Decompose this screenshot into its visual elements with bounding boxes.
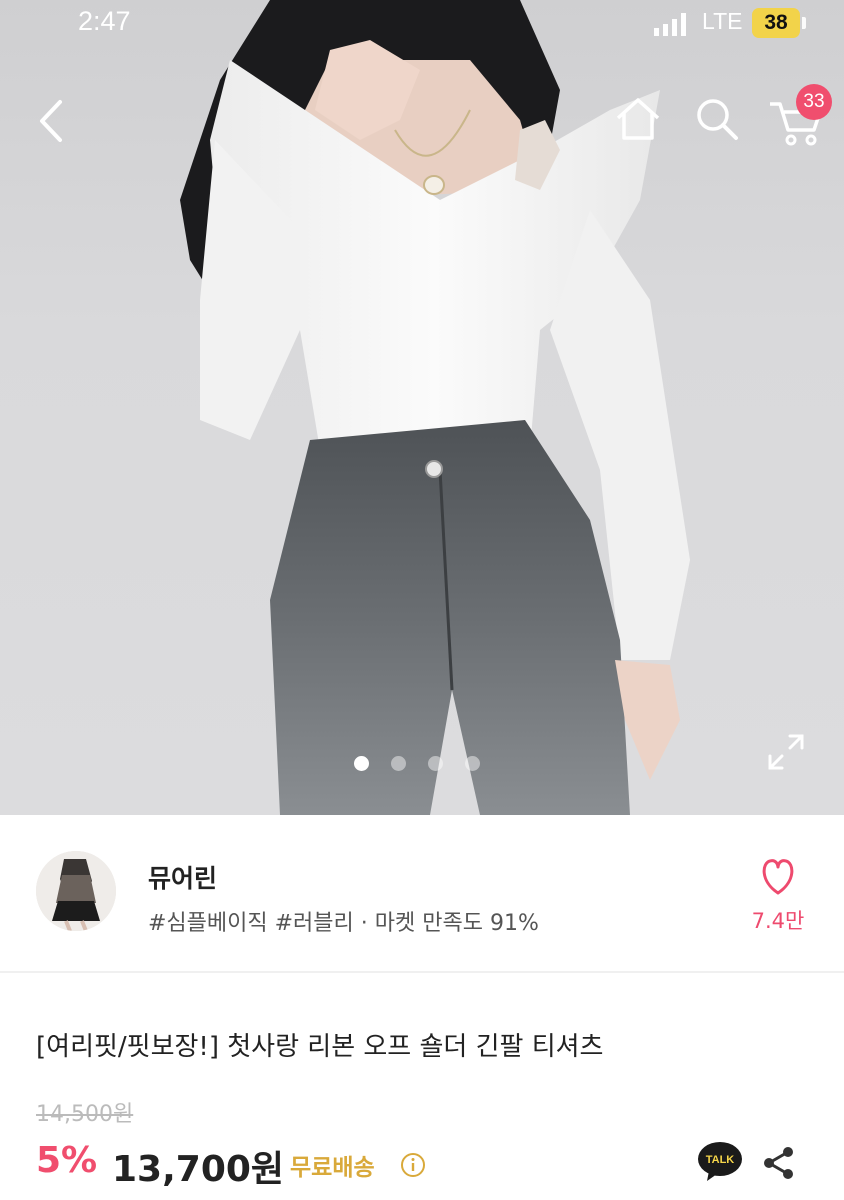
- product-title: [여리핏/핏보장!] 첫사랑 리본 오프 숄더 긴팔 티셔츠: [36, 1032, 604, 1062]
- original-price: 14,500원: [36, 1102, 134, 1127]
- share-button[interactable]: [762, 1146, 796, 1180]
- cart-count-badge: 33: [796, 84, 832, 120]
- free-shipping-label: 무료배송: [290, 1155, 375, 1181]
- info-icon: [401, 1153, 425, 1177]
- chevron-left-icon: [40, 100, 62, 142]
- seller-avatar[interactable]: [36, 851, 116, 931]
- heart-icon: [762, 859, 794, 895]
- pager-dot[interactable]: [391, 756, 406, 771]
- gallery-pager: [354, 756, 480, 771]
- like-button[interactable]: 7.4만: [740, 851, 816, 941]
- status-bar: 2:47 LTE 38: [0, 0, 844, 48]
- status-time: 2:47: [78, 6, 131, 36]
- seller-row[interactable]: 뮤어린 #심플베이직 #러블리 · 마켓 만족도 91% 7.4만: [0, 815, 844, 971]
- share-icon: [764, 1147, 793, 1179]
- avatar-image: [36, 851, 116, 931]
- search-button[interactable]: [692, 94, 742, 144]
- seller-tags: #심플베이직 #러블리 · 마켓 만족도 91%: [148, 911, 539, 936]
- seller-name[interactable]: 뮤어린: [148, 859, 217, 895]
- battery-icon: 38: [752, 8, 800, 38]
- expand-icon: [768, 734, 804, 770]
- home-icon: [616, 98, 660, 140]
- product-photo[interactable]: 2:47 LTE 38 33: [0, 0, 844, 815]
- sale-price: 13,700원: [112, 1149, 285, 1190]
- back-button[interactable]: [30, 96, 74, 146]
- talk-button[interactable]: TALK: [697, 1141, 743, 1183]
- search-icon: [697, 99, 738, 140]
- pager-dot[interactable]: [428, 756, 443, 771]
- kakaotalk-icon: TALK: [698, 1142, 742, 1181]
- signal-icon: [654, 13, 686, 36]
- pager-dot[interactable]: [465, 756, 480, 771]
- info-button[interactable]: [400, 1152, 426, 1178]
- discount-rate: 5%: [36, 1140, 98, 1181]
- expand-button[interactable]: [766, 732, 806, 772]
- battery-cap: [802, 17, 806, 29]
- pager-dot[interactable]: [354, 756, 369, 771]
- network-label: LTE: [702, 8, 743, 34]
- like-count: 7.4만: [751, 909, 805, 933]
- talk-label: TALK: [706, 1154, 735, 1166]
- home-button[interactable]: [612, 94, 664, 144]
- section-divider: [0, 971, 844, 973]
